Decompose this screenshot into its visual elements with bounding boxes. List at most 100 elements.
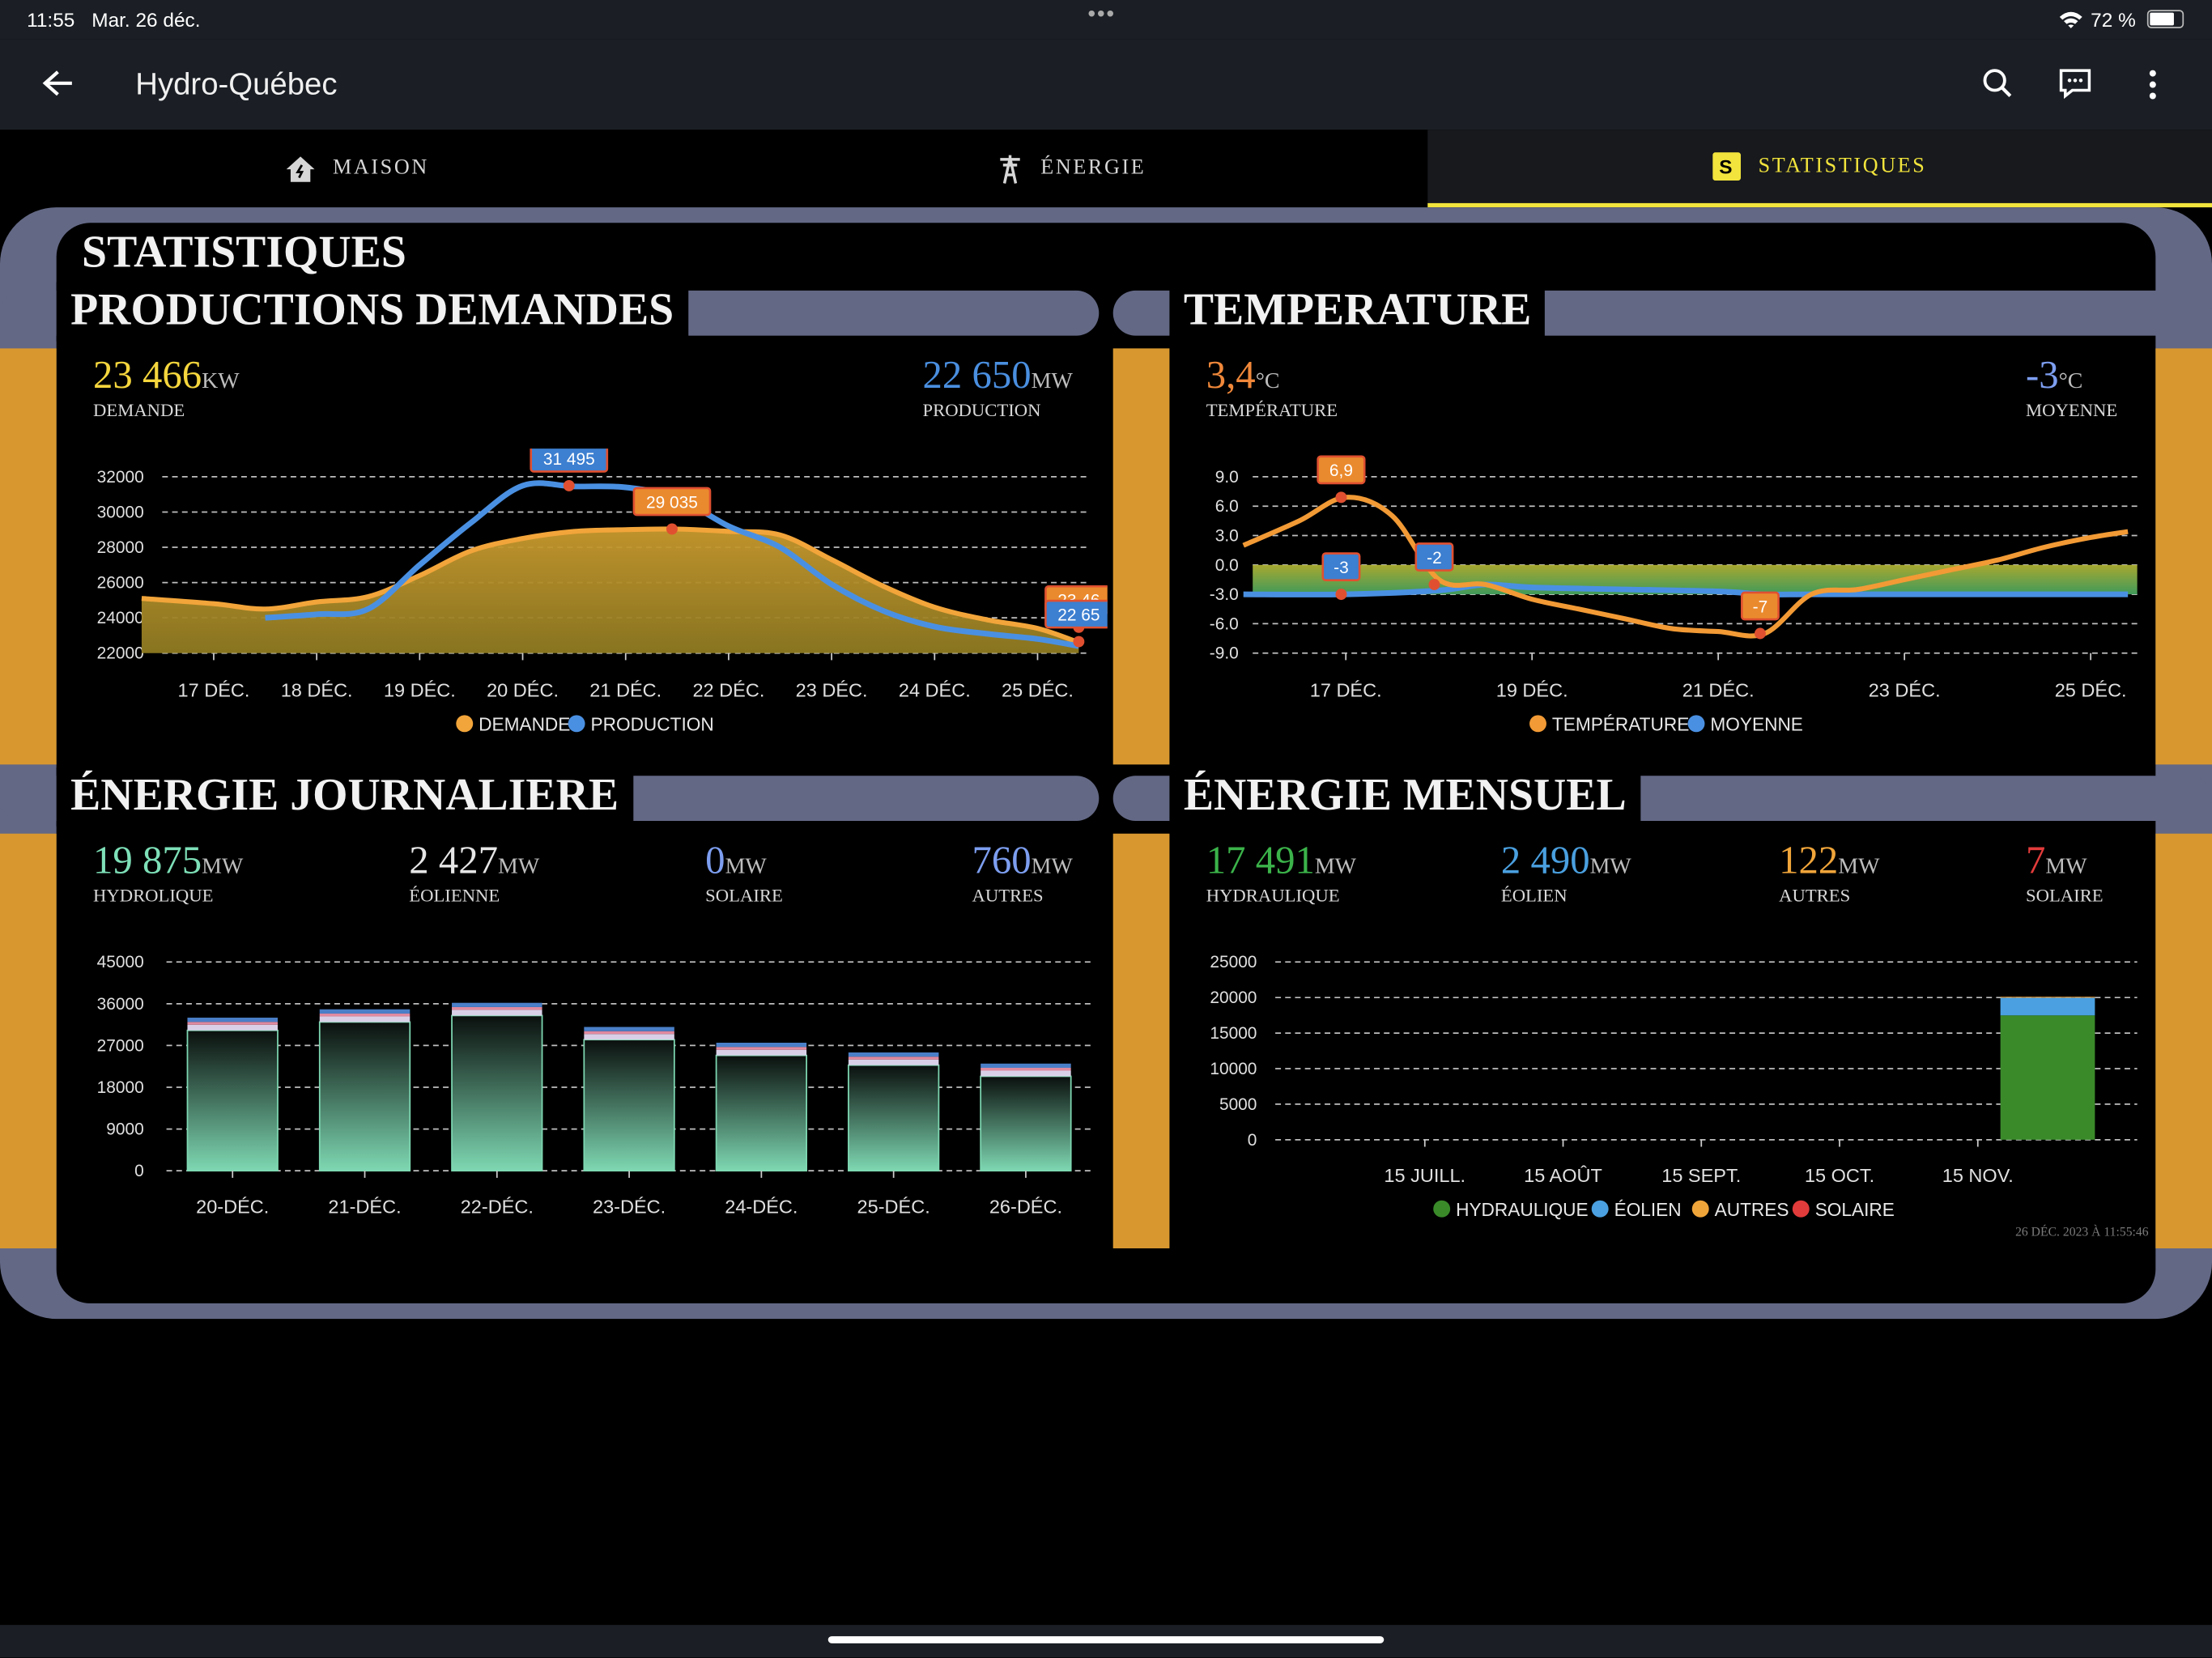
- bar-hydraulique: [2000, 1015, 2095, 1140]
- y-tick-label: 6.0: [1215, 497, 1239, 516]
- y-tick-label: 30000: [97, 503, 144, 521]
- stat-value: 7: [2026, 839, 2046, 883]
- stat-unit: °C: [1255, 369, 1280, 394]
- x-tick-label: 21 DÉC.: [589, 680, 661, 701]
- legend-label: AUTRES: [1715, 1199, 1789, 1220]
- stat-label: AUTRES: [1779, 884, 1851, 906]
- y-tick-label: 9000: [106, 1120, 143, 1139]
- bar-eolien: [187, 1024, 278, 1031]
- y-tick-label: 26000: [97, 574, 144, 593]
- stat-label: SOLAIRE: [705, 884, 783, 906]
- app-title: Hydro-Québec: [135, 66, 338, 102]
- bar-top: [452, 1002, 542, 1007]
- bar-hydro: [451, 1014, 543, 1172]
- side-bar: [2155, 833, 2212, 1248]
- legend-swatch: [1691, 1200, 1709, 1218]
- x-tick-label: 24 DÉC.: [899, 680, 971, 701]
- back-arrow-icon[interactable]: [42, 69, 73, 97]
- chat-icon[interactable]: [2058, 66, 2092, 100]
- stat-demande: 23 466KW DEMANDE: [93, 354, 240, 422]
- timestamp: 26 DÉC. 2023 À 11:55:46: [2015, 1224, 2149, 1239]
- x-tick-label: 17 DÉC.: [178, 680, 250, 701]
- home-indicator[interactable]: [827, 1636, 1385, 1643]
- legend-swatch: [1687, 715, 1705, 733]
- y-tick-label: -3.0: [1210, 585, 1239, 604]
- y-tick-label: 24000: [97, 609, 144, 627]
- screen: 11:55 Mar. 26 déc. ••• 72 % Hydro-Québec…: [0, 0, 2212, 1658]
- bar-top: [584, 1027, 674, 1031]
- more-vert-icon[interactable]: [2147, 69, 2159, 100]
- legend-label: DEMANDE: [479, 714, 570, 735]
- x-tick-label: 24-DÉC.: [725, 1196, 798, 1217]
- y-tick-label: 27000: [97, 1036, 144, 1055]
- stat-label: SOLAIRE: [2026, 884, 2104, 906]
- y-tick-label: 18000: [97, 1078, 144, 1097]
- stat-label: MOYENNE: [2026, 399, 2118, 421]
- chart-productions-demandes: 32000 30000 28000 26000 24000 22000 17 DÉC. 18 …: [97, 449, 1108, 735]
- stat-label: ÉOLIENNE: [409, 884, 500, 906]
- x-tick-label: 25-DÉC.: [857, 1196, 930, 1217]
- y-tick-label: 22000: [97, 644, 144, 663]
- data-point: [1335, 589, 1347, 601]
- x-tick-label: 26-DÉC.: [989, 1196, 1062, 1217]
- stat-unit: MW: [1031, 854, 1073, 879]
- x-tick-label: 21-DÉC.: [328, 1196, 401, 1217]
- bar-autres: [452, 1006, 542, 1010]
- bar-autres: [716, 1047, 807, 1050]
- bar-top: [319, 1009, 410, 1014]
- stat-production: 22 650MW PRODUCTION: [922, 354, 1072, 422]
- x-tick-label: 20-DÉC.: [196, 1196, 269, 1217]
- tab-statistiques[interactable]: S STATISTIQUES: [1427, 130, 2212, 208]
- bar-hydro: [848, 1064, 940, 1172]
- battery-icon: [2146, 10, 2184, 28]
- bar-top: [187, 1018, 278, 1022]
- y-tick-label: -6.0: [1210, 614, 1239, 633]
- y-tick-label: 25000: [1210, 953, 1257, 971]
- data-label: 31 495: [543, 450, 595, 469]
- data-label: -3: [1334, 559, 1349, 577]
- wifi-icon: [2059, 11, 2082, 28]
- tab-energie[interactable]: ÉNERGIE: [714, 130, 1428, 207]
- stat-label: AUTRES: [972, 884, 1044, 906]
- tab-label: ÉNERGIE: [1040, 156, 1146, 180]
- tab-maison[interactable]: MAISON: [0, 130, 714, 207]
- stat-autres: 760MW AUTRES: [972, 840, 1072, 908]
- multitask-dots-icon[interactable]: •••: [1087, 2, 1116, 28]
- bar-autres: [584, 1031, 674, 1035]
- x-tick-label: 23-DÉC.: [593, 1196, 666, 1217]
- stat-label: TEMPÉRATURE: [1206, 399, 1338, 421]
- status-date: Mar. 26 déc.: [91, 8, 201, 32]
- bar-hydro: [583, 1039, 675, 1172]
- search-icon[interactable]: [1982, 68, 2013, 99]
- section-title-mensuel: ÉNERGIE MENSUEL: [1183, 768, 1627, 820]
- data-point: [1754, 627, 1766, 640]
- x-tick-label: 15 AOÛT: [1524, 1164, 1602, 1186]
- y-tick-label: 0.0: [1215, 556, 1239, 575]
- tab-bar: MAISON ÉNERGIE S STATISTIQUES: [0, 130, 2212, 208]
- chart-temperature: 9.0 6.0 3.0 0.0 -3.0 -6.0 -9.0 17 DÉC. 19 DÉC. 21…: [1210, 455, 2138, 735]
- y-tick-label: 20000: [1210, 988, 1257, 1007]
- stat-unit: MW: [498, 854, 540, 879]
- legend-swatch: [1433, 1200, 1451, 1218]
- x-tick-label: 22 DÉC.: [692, 680, 764, 701]
- stat-moyenne: -3°C MOYENNE: [2026, 354, 2117, 422]
- stat-temperature: 3,4°C TEMPÉRATURE: [1206, 354, 1338, 422]
- x-tick-label: 23 DÉC.: [1869, 680, 1941, 701]
- stat-label: DEMANDE: [92, 399, 185, 421]
- data-point: [1428, 579, 1440, 590]
- bar-eolien: [452, 1010, 542, 1016]
- x-tick-label: 20 DÉC.: [487, 680, 559, 701]
- stat-hydrolique: 19 875MW HYDROLIQUE: [93, 840, 243, 908]
- x-tick-label: 15 NOV.: [1942, 1165, 2014, 1186]
- stat-solaire-mensuel: 7MW SOLAIRE: [2026, 840, 2104, 908]
- stat-value: 22 650: [922, 354, 1032, 398]
- bar-autres: [848, 1056, 939, 1060]
- stat-autres-mensuel: 122MW AUTRES: [1779, 840, 1879, 908]
- data-point: [666, 523, 678, 535]
- x-tick-label: 19 DÉC.: [384, 680, 456, 701]
- chart-energie-mensuel: 25000 20000 15000 10000 5000 0 15 JUILL. 15 AOÛ…: [1210, 953, 2138, 1220]
- legend-swatch: [1792, 1200, 1810, 1218]
- home-icon: [286, 155, 315, 181]
- y-tick-label: 32000: [97, 468, 144, 487]
- stat-value: 0: [705, 839, 725, 883]
